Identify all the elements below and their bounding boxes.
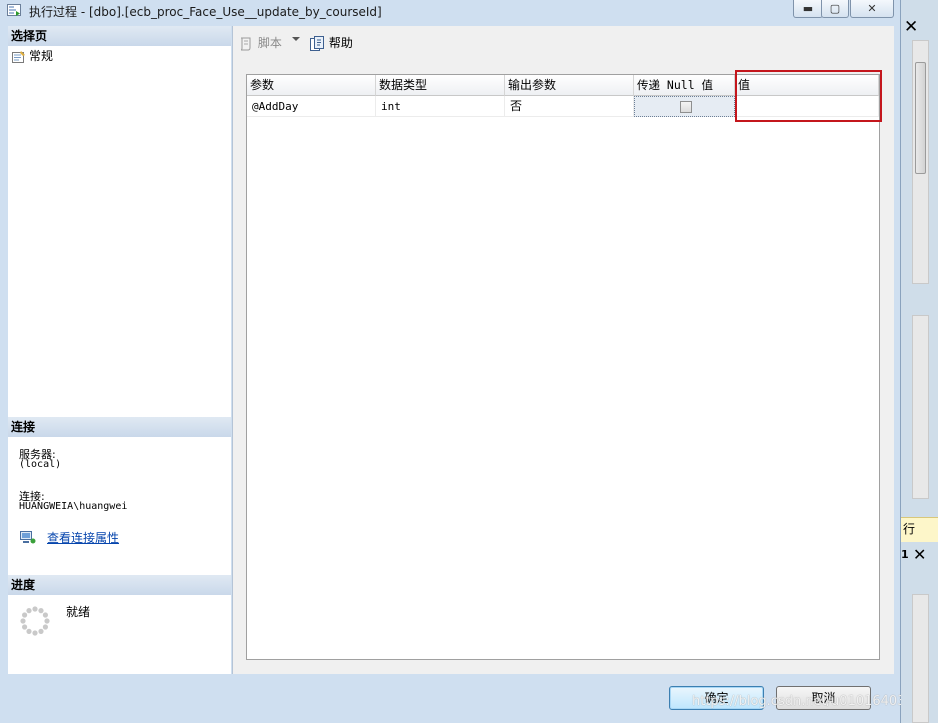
help-button[interactable]: 帮助 <box>309 34 353 52</box>
view-connection-properties-link[interactable]: 查看连接属性 <box>47 529 119 546</box>
maximize-button[interactable]: ▢ <box>821 0 849 18</box>
column-header-pass-null[interactable]: 传递 Null 值 <box>634 75 735 96</box>
background-close-icon[interactable]: ✕ <box>904 17 918 37</box>
cell-output[interactable]: 否 <box>505 96 634 117</box>
background-yellow-text: 行 <box>903 522 916 536</box>
background-pane-close-icon[interactable]: ✕ <box>913 545 926 564</box>
connection-value: HUANGWEIA\huangwei <box>19 501 128 512</box>
connection-header: 连接 <box>8 417 231 437</box>
column-header-parameter[interactable]: 参数 <box>247 75 376 96</box>
help-icon <box>310 35 324 51</box>
column-header-data-type[interactable]: 数据类型 <box>376 75 505 96</box>
value-column-highlight-box <box>735 70 882 122</box>
page-item-label: 常规 <box>29 49 54 63</box>
cell-parameter[interactable]: @AddDay <box>247 96 376 117</box>
properties-page-icon <box>12 50 25 63</box>
column-header-output[interactable]: 输出参数 <box>505 75 634 96</box>
close-window-button[interactable]: ✕ <box>850 0 894 18</box>
watermark-text: https://blog.csdn.net/u010164038 <box>692 694 914 709</box>
progress-header: 进度 <box>8 575 231 595</box>
parameter-grid: 参数 数据类型 输出参数 传递 Null 值 值 @AddDay int 否 <box>246 74 880 660</box>
cell-pass-null[interactable] <box>634 96 735 117</box>
execute-procedure-icon <box>7 4 21 16</box>
background-pane-number: 1 <box>901 548 909 561</box>
background-scrollbar-lower[interactable] <box>912 315 929 499</box>
pass-null-checkbox[interactable] <box>680 101 692 113</box>
toolbar: 脚本 帮助 <box>233 26 894 60</box>
script-dropdown-arrow-icon[interactable] <box>292 37 300 41</box>
progress-spinner-icon <box>20 606 50 636</box>
background-scrollbar-thumb[interactable] <box>915 62 926 174</box>
script-icon <box>240 37 251 50</box>
select-page-header: 选择页 <box>8 26 231 46</box>
help-label: 帮助 <box>328 36 353 50</box>
cell-data-type[interactable]: int <box>376 96 505 117</box>
title-bar[interactable]: 执行过程 - [dbo].[ecb_proc_Face_Use__update_… <box>0 0 900 22</box>
left-panel: 选择页 常规 连接 服务器: (local) 连接: HUANGWEIA\hua… <box>8 26 231 674</box>
script-label: 脚本 <box>257 36 282 50</box>
background-scrollbar-bottom[interactable] <box>912 594 929 723</box>
right-panel: 脚本 帮助 参数 数据类型 输出参数 传递 Null 值 值 @AddDay i… <box>232 26 894 674</box>
minimize-button[interactable]: ▬ <box>793 0 823 18</box>
progress-status: 就绪 <box>66 605 91 619</box>
server-value: (local) <box>19 459 62 470</box>
window-title: 执行过程 - [dbo].[ecb_proc_Face_Use__update_… <box>29 5 382 19</box>
script-button[interactable]: 脚本 <box>238 34 282 52</box>
dialog-window: 执行过程 - [dbo].[ecb_proc_Face_Use__update_… <box>0 0 914 723</box>
page-item-general[interactable]: 常规 <box>12 48 53 64</box>
connection-properties-icon <box>20 531 36 544</box>
